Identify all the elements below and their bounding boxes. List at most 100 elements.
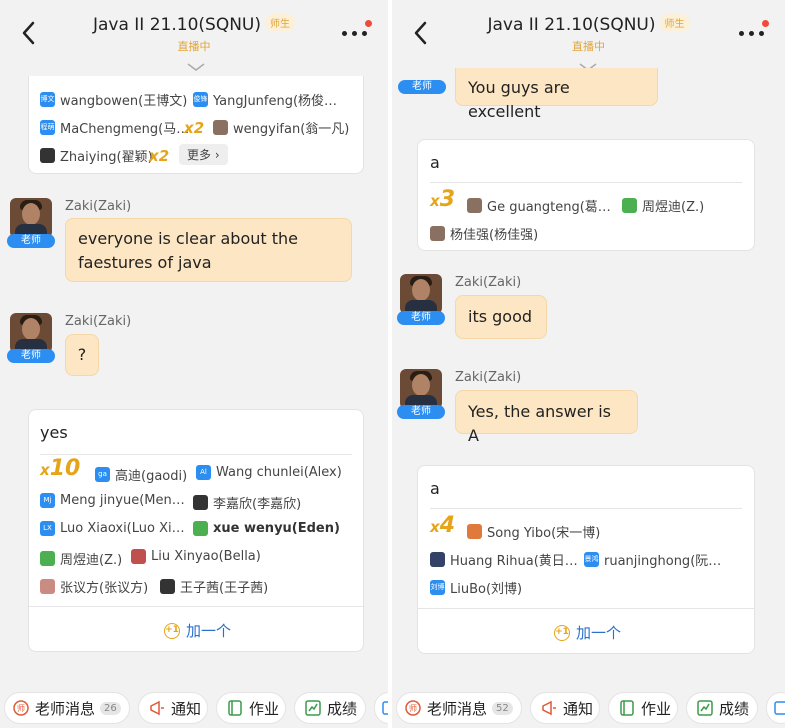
- notification-dot: [762, 20, 769, 27]
- participant[interactable]: 刘博 LiuBo(刘博): [430, 578, 522, 597]
- divider: [29, 606, 363, 607]
- participant[interactable]: wengyifan(翁一凡): [213, 118, 349, 137]
- participant-name: 杨佳强(杨佳强): [450, 228, 539, 243]
- participant[interactable]: Al Wang chunlei(Alex): [196, 465, 342, 480]
- participant[interactable]: 李嘉欣(李嘉欣): [193, 493, 301, 512]
- extra-tab[interactable]: [374, 692, 388, 724]
- participant[interactable]: Song Yibo(宋一博): [467, 522, 600, 541]
- participant-name: 周煜迪(Z.): [642, 200, 705, 215]
- participant[interactable]: 俊锋 YangJunfeng(杨俊…: [193, 90, 337, 109]
- divider: [40, 454, 352, 455]
- teacher-messages-count: 52: [492, 701, 513, 715]
- notice-tab[interactable]: 通知: [138, 692, 208, 724]
- megaphone-icon: [542, 700, 556, 716]
- avatar[interactable]: [10, 198, 52, 238]
- answer-count: x4: [430, 513, 455, 538]
- message-bubble[interactable]: everyone is clear about the faestures of…: [65, 218, 352, 282]
- participant[interactable]: 周煜迪(Z.): [622, 196, 704, 215]
- participant-avatar: [40, 551, 55, 566]
- message-bubble[interactable]: its good: [455, 295, 547, 339]
- message-bubble[interactable]: You guys are excellent: [455, 68, 658, 121]
- sender-name: Zaki(Zaki): [65, 199, 132, 214]
- repeat-count-x: x: [184, 119, 194, 137]
- grades-tab[interactable]: 成绩: [294, 692, 366, 724]
- teacher-badge: 老师: [7, 349, 55, 363]
- participant[interactable]: LX Luo Xiaoxi(Luo Xi…: [40, 521, 185, 536]
- plus-one-label: 加一个: [576, 624, 622, 642]
- answer-title: yes: [40, 423, 68, 442]
- face: [22, 318, 40, 340]
- participant-avatar: [430, 552, 445, 567]
- participant-avatar: 程萌: [40, 120, 55, 135]
- participant[interactable]: 博文 wangbowen(王博文): [40, 90, 187, 109]
- participant-name: Liu Xinyao(Bella): [151, 549, 261, 564]
- participant[interactable]: ga 高迪(gaodi): [95, 465, 187, 484]
- participant-avatar: Al: [196, 465, 211, 480]
- participant-name: 王子茜(王子茜): [180, 581, 269, 596]
- plus-one-button[interactable]: +1 加一个: [554, 622, 621, 643]
- participant[interactable]: Ge guangteng(葛…: [467, 196, 611, 215]
- message-bubble[interactable]: Yes, the answer is A: [455, 390, 638, 445]
- answer-title: a: [430, 153, 440, 172]
- face: [412, 374, 430, 396]
- participant-avatar: [430, 226, 445, 241]
- avatar[interactable]: [400, 369, 442, 409]
- extra-tab[interactable]: [766, 692, 785, 724]
- screenshot-composite: Java II 21.10(SQNU) 师生 直播中 博文 wangbowen(王博…: [0, 0, 785, 728]
- message-bubble[interactable]: ?: [65, 334, 99, 376]
- repeat-count-x: x: [149, 147, 159, 165]
- more-menu-button[interactable]: [739, 20, 769, 42]
- participant-avatar: [160, 579, 175, 594]
- grades-icon: [697, 700, 713, 716]
- dot-icon: [759, 31, 764, 36]
- notice-tab[interactable]: 通知: [530, 692, 600, 724]
- answer-card: a x4 Song Yibo(宋一博) Huang Rihua(黄日… 景鸿 ru…: [417, 465, 755, 654]
- teacher-badge: 老师: [398, 80, 446, 94]
- more-menu-button[interactable]: [342, 20, 372, 42]
- repeat-count: x2: [149, 146, 169, 165]
- avatar[interactable]: [400, 274, 442, 314]
- participant[interactable]: xue wenyu(Eden): [193, 521, 340, 536]
- participant-avatar: Mj: [40, 493, 55, 508]
- avatar[interactable]: [10, 313, 52, 353]
- participant[interactable]: Liu Xinyao(Bella): [131, 549, 261, 564]
- participant-name: MaChengmeng(马…: [60, 122, 190, 137]
- participant-avatar: [213, 120, 228, 135]
- sender-name: Zaki(Zaki): [455, 370, 522, 385]
- teacher-messages-tab[interactable]: 师 老师消息 52: [396, 692, 522, 724]
- homework-icon: [620, 700, 634, 716]
- teacher-badge: 老师: [397, 405, 445, 419]
- grades-label: 成绩: [327, 699, 358, 718]
- teacher-badge: 老师: [397, 311, 445, 325]
- more-participants-button[interactable]: 更多 ›: [179, 144, 228, 165]
- chat-header: Java II 21.10(SQNU) 师生 直播中: [392, 0, 785, 62]
- chat-panel-left: Java II 21.10(SQNU) 师生 直播中 博文 wangbowen(王博…: [0, 0, 388, 728]
- participant[interactable]: 景鸿 ruanjinghong(阮…: [584, 550, 721, 569]
- homework-tab[interactable]: 作业: [608, 692, 678, 724]
- participant[interactable]: Mj Meng jinyue(Men…: [40, 493, 185, 508]
- participant[interactable]: 程萌 MaChengmeng(马…: [40, 118, 189, 137]
- teacher-messages-tab[interactable]: 师 老师消息 26: [4, 692, 130, 724]
- participant[interactable]: Zhaiying(翟颖): [40, 146, 153, 165]
- chevron-down-icon[interactable]: [186, 62, 206, 72]
- homework-tab[interactable]: 作业: [216, 692, 286, 724]
- participant-avatar: [467, 524, 482, 539]
- participant[interactable]: 王子茜(王子茜): [160, 577, 268, 596]
- plus-one-button[interactable]: +1 加一个: [164, 620, 231, 641]
- participant[interactable]: 张议方(张议方): [40, 577, 148, 596]
- participant-avatar: 刘博: [430, 580, 445, 595]
- grades-label: 成绩: [719, 699, 750, 718]
- participant-avatar: [193, 521, 208, 536]
- participant[interactable]: 周煜迪(Z.): [40, 549, 122, 568]
- divider: [418, 608, 754, 609]
- grades-tab[interactable]: 成绩: [686, 692, 758, 724]
- live-status: 直播中: [572, 40, 605, 53]
- repeat-count-number: 2: [158, 147, 170, 165]
- divider: [430, 182, 742, 183]
- participant[interactable]: Huang Rihua(黄日…: [430, 550, 578, 569]
- message-line: faestures of java: [78, 253, 212, 272]
- class-title-text: Java II 21.10(SQNU): [92, 15, 261, 35]
- participant-avatar: [622, 198, 637, 213]
- answer-card: a x3 Ge guangteng(葛… 周煜迪(Z.) 杨佳强(杨佳强): [417, 139, 755, 251]
- participant[interactable]: 杨佳强(杨佳强): [430, 224, 538, 243]
